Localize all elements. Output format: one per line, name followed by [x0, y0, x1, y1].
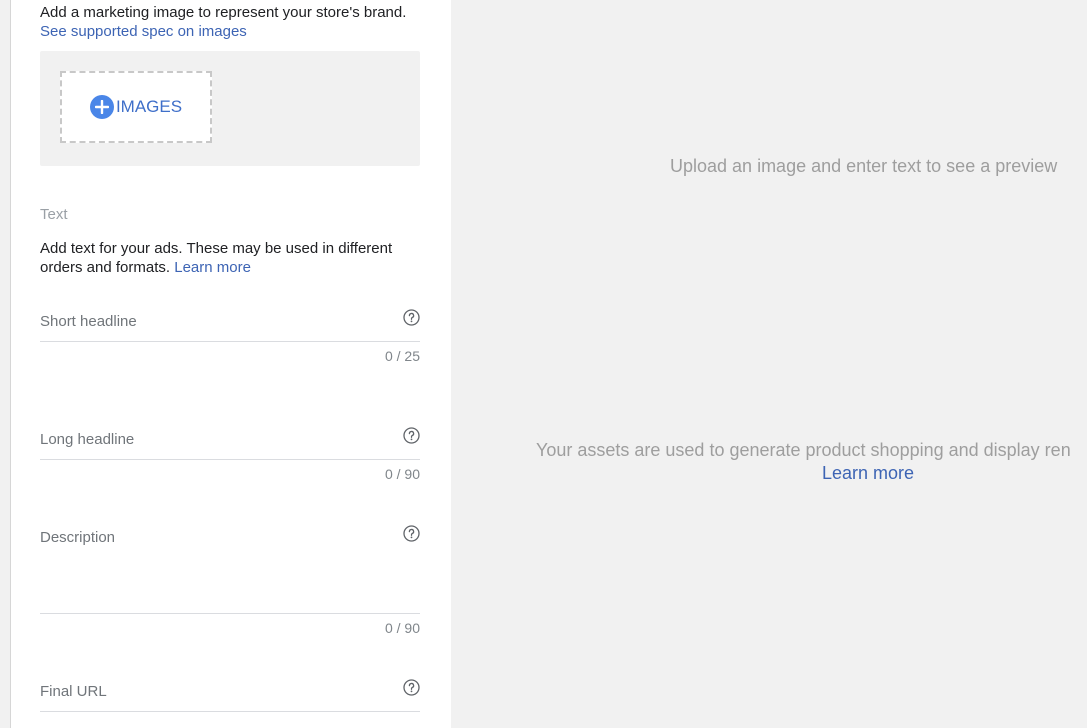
add-images-button[interactable]: IMAGES [60, 71, 212, 143]
description-underline [40, 613, 420, 614]
long-headline-label: Long headline [40, 431, 135, 448]
text-section-heading: Text [40, 206, 68, 223]
short-headline-counter: 0 / 25 [384, 348, 420, 364]
text-section-description: Add text for your ads. These may be used… [40, 239, 410, 277]
help-icon[interactable] [403, 525, 420, 542]
help-icon[interactable] [403, 679, 420, 696]
preview-empty-message: Upload an image and enter text to see a … [670, 156, 1058, 176]
add-images-label: IMAGES [115, 97, 183, 116]
help-icon[interactable] [403, 309, 420, 326]
short-headline-underline [40, 341, 420, 342]
description-label: Description [40, 529, 116, 546]
image-description-text: Add a marketing image to represent your … [40, 4, 407, 21]
short-headline-label: Short headline [40, 313, 137, 330]
assets-usage-message: Your assets are used to generate product… [536, 440, 1071, 460]
final-url-underline [40, 711, 420, 712]
final-url-label: Final URL [40, 683, 107, 700]
left-edge [0, 0, 10, 728]
image-upload-area: IMAGES [40, 51, 420, 166]
image-section-description: Add a marketing image to represent your … [40, 3, 410, 41]
long-headline-underline [40, 459, 420, 460]
assets-learn-more-link[interactable]: Learn more [822, 463, 914, 484]
long-headline-counter: 0 / 90 [384, 466, 420, 482]
text-learn-more-link[interactable]: Learn more [174, 259, 251, 276]
supported-spec-link[interactable]: See supported spec on images [40, 23, 247, 40]
asset-form-panel: Add a marketing image to represent your … [10, 0, 451, 728]
plus-circle-icon [89, 95, 114, 119]
help-icon[interactable] [403, 427, 420, 444]
description-counter: 0 / 90 [384, 620, 420, 636]
